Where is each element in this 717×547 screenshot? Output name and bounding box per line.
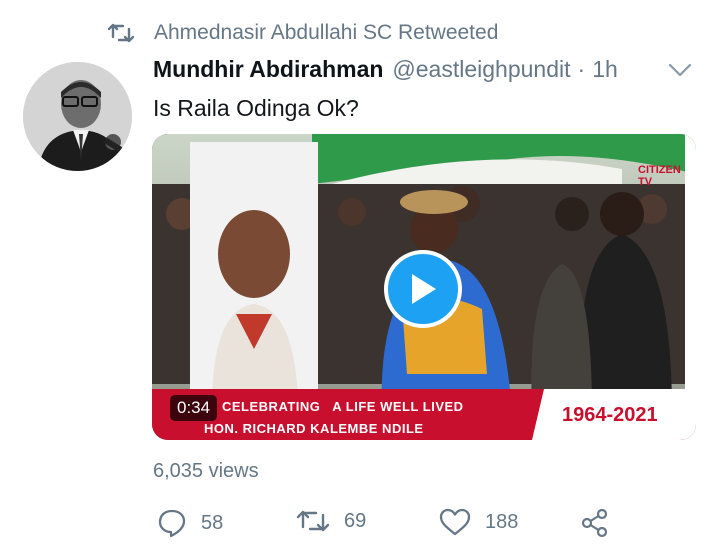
like-count: 188 [485,510,519,533]
retweet-count: 69 [344,509,367,532]
retweeted-by-row[interactable]: Ahmednasir Abdullahi SC Retweeted [108,18,498,48]
author-name[interactable]: Mundhir Abdirahman [153,56,383,83]
channel-watermark: CITIZEN TV [638,164,681,188]
banner-line-2: HON. RICHARD KALEMBE NDILE [204,421,424,436]
action-bar: 58 69 188 [0,500,717,547]
heart-icon [439,508,471,536]
view-count: 6,035 views [153,460,259,482]
video-duration: 0:34 [170,395,218,421]
tweet-timestamp[interactable]: 1h [592,56,618,83]
avatar-image [23,62,132,171]
like-button[interactable]: 188 [439,508,518,536]
tweet-text: Is Raila Odinga Ok? [153,95,359,121]
reply-button[interactable]: 58 [157,508,223,538]
tweet-header: Mundhir Abdirahman @eastleighpundit · 1h [153,56,618,83]
retweet-icon [108,23,134,43]
banner-line-1: CELEBRATING A LIFE WELL LIVED [222,399,464,414]
chevron-down-icon[interactable] [667,60,693,80]
retweet-button[interactable]: 69 [296,508,366,534]
banner-years: 1964-2021 [562,404,658,426]
share-button[interactable] [580,508,624,538]
retweet-icon [296,510,330,532]
author-handle[interactable]: @eastleighpundit [392,56,570,83]
play-icon [412,274,436,304]
play-button[interactable] [384,250,462,328]
retweeted-by-text: Ahmednasir Abdullahi SC Retweeted [154,21,499,44]
share-icon [581,508,608,538]
avatar[interactable] [23,62,132,171]
reply-count: 58 [201,511,224,534]
reply-icon [158,509,186,538]
separator-dot: · [577,56,586,82]
